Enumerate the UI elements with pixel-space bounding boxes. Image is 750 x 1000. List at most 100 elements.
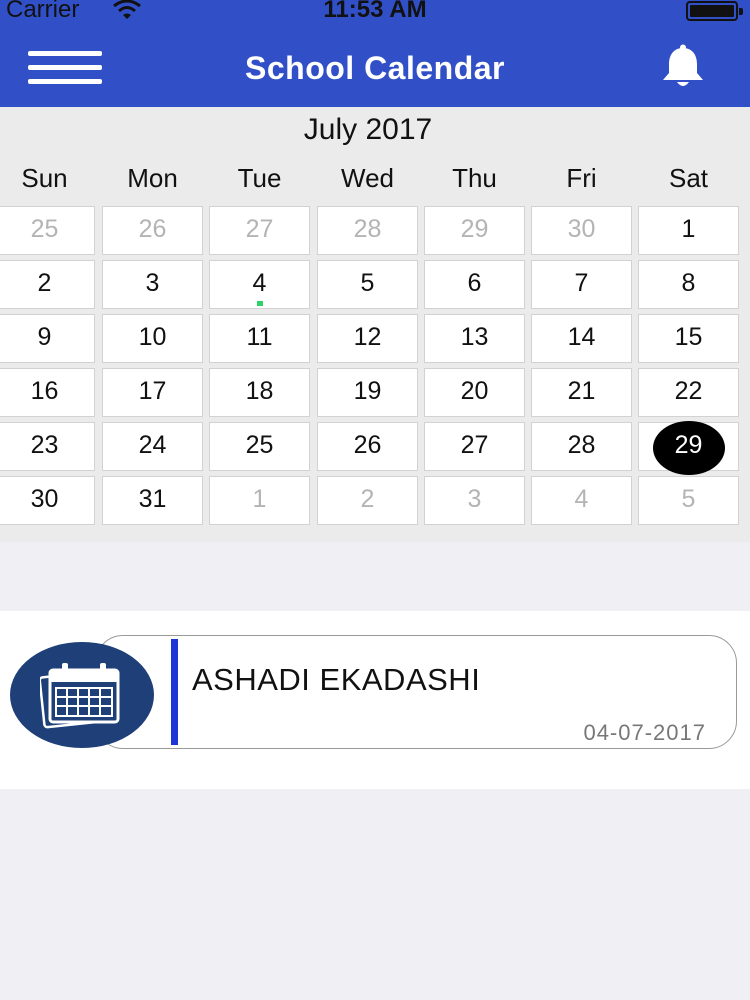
calendar-day-other-month[interactable]: 25 xyxy=(0,206,95,255)
day-number: 27 xyxy=(245,215,274,243)
event-title: ASHADI EKADASHI xyxy=(192,662,481,697)
day-number: 26 xyxy=(138,215,167,243)
day-number: 19 xyxy=(353,377,382,405)
day-number: 15 xyxy=(674,323,703,351)
day-number: 2 xyxy=(37,269,52,297)
calendar-day-other-month[interactable]: 27 xyxy=(209,206,310,255)
calendar-day[interactable]: 11 xyxy=(209,314,310,363)
day-number: 16 xyxy=(30,377,59,405)
day-number: 1 xyxy=(681,215,696,243)
day-number: 22 xyxy=(674,377,703,405)
day-number: 27 xyxy=(460,431,489,459)
calendar-day[interactable]: 5 xyxy=(317,260,418,309)
calendar-day[interactable]: 31 xyxy=(102,476,203,525)
calendar-day-selected[interactable]: 29 xyxy=(638,421,739,475)
calendar-day[interactable]: 30 xyxy=(0,476,95,525)
day-number: 25 xyxy=(245,431,274,459)
calendar-day[interactable]: 13 xyxy=(424,314,525,363)
day-number: 31 xyxy=(138,485,167,513)
event-card[interactable]: ASHADI EKADASHI 04-07-2017 xyxy=(95,635,737,749)
weekday-label: Sat xyxy=(668,163,709,193)
weekday-label: Mon xyxy=(127,163,178,193)
weekday-label: Thu xyxy=(452,163,497,193)
calendar-day[interactable]: 22 xyxy=(638,368,739,417)
calendar-day[interactable]: 3 xyxy=(102,260,203,309)
calendar-day[interactable]: 10 xyxy=(102,314,203,363)
day-number: 1 xyxy=(252,485,267,513)
clock: 11:53 AM xyxy=(323,0,427,23)
day-number: 12 xyxy=(353,323,382,351)
weekday-label: Sun xyxy=(21,163,68,193)
day-number: 13 xyxy=(460,323,489,351)
day-number: 30 xyxy=(567,215,596,243)
day-number: 4 xyxy=(574,485,589,513)
calendar-day[interactable]: 8 xyxy=(638,260,739,309)
weekday-header: Sun Mon Tue Wed Thu Fri Sat xyxy=(0,163,750,197)
calendar-day[interactable]: 24 xyxy=(102,422,203,471)
day-number: 28 xyxy=(567,431,596,459)
day-number: 29 xyxy=(460,215,489,243)
calendar-day-other-month[interactable]: 26 xyxy=(102,206,203,255)
month-label: July 2017 xyxy=(303,113,433,146)
calendar-day[interactable]: 26 xyxy=(317,422,418,471)
weekday-label: Wed xyxy=(341,163,394,193)
calendar-day[interactable]: 15 xyxy=(638,314,739,363)
calendar-day[interactable]: 7 xyxy=(531,260,632,309)
day-number: 21 xyxy=(567,377,596,405)
calendar-day[interactable]: 21 xyxy=(531,368,632,417)
day-number: 3 xyxy=(467,485,482,513)
calendar-day[interactable]: 9 xyxy=(0,314,95,363)
day-number: 17 xyxy=(138,377,167,405)
day-number: 7 xyxy=(574,269,589,297)
day-number: 6 xyxy=(467,269,482,297)
calendar-day-other-month[interactable]: 2 xyxy=(317,476,418,525)
day-number: 25 xyxy=(30,215,59,243)
calendar-day-other-month[interactable]: 3 xyxy=(424,476,525,525)
calendar-day-other-month[interactable]: 4 xyxy=(531,476,632,525)
calendar-day[interactable]: 18 xyxy=(209,368,310,417)
weekday-label: Tue xyxy=(237,163,282,193)
day-number: 30 xyxy=(30,485,59,513)
calendar-icon xyxy=(10,642,154,748)
day-number: 11 xyxy=(246,323,273,351)
calendar-day[interactable]: 20 xyxy=(424,368,525,417)
bell-icon[interactable] xyxy=(656,44,710,88)
day-number: 8 xyxy=(681,269,696,297)
calendar-day[interactable]: 16 xyxy=(0,368,95,417)
calendar-day-other-month[interactable]: 30 xyxy=(531,206,632,255)
calendar-day[interactable]: 14 xyxy=(531,314,632,363)
calendar-day[interactable]: 27 xyxy=(424,422,525,471)
day-number: 2 xyxy=(360,485,375,513)
day-number: 5 xyxy=(681,485,696,513)
day-number: 28 xyxy=(353,215,382,243)
calendar-day[interactable]: 19 xyxy=(317,368,418,417)
calendar-day[interactable]: 2 xyxy=(0,260,95,309)
day-number: 20 xyxy=(460,377,489,405)
day-number: 24 xyxy=(138,431,167,459)
app-header: Carrier 11:53 AM School Calendar xyxy=(0,0,750,107)
day-number: 18 xyxy=(245,377,274,405)
calendar-day[interactable]: 1 xyxy=(638,206,739,255)
day-number: 4 xyxy=(252,269,267,297)
calendar-day[interactable]: 4 xyxy=(209,260,310,309)
calendar-day[interactable]: 23 xyxy=(0,422,95,471)
calendar-day[interactable]: 17 xyxy=(102,368,203,417)
event-date: 04-07-2017 xyxy=(583,720,706,745)
event-indicator-dot xyxy=(257,301,263,306)
day-number: 14 xyxy=(567,323,596,351)
calendar-day[interactable]: 12 xyxy=(317,314,418,363)
weekday-label: Fri xyxy=(566,163,597,193)
calendar-day-other-month[interactable]: 29 xyxy=(424,206,525,255)
calendar-day-other-month[interactable]: 1 xyxy=(209,476,310,525)
calendar-day[interactable]: 6 xyxy=(424,260,525,309)
calendar-day-other-month[interactable]: 5 xyxy=(638,476,739,525)
day-number: 10 xyxy=(138,323,167,351)
day-number: 5 xyxy=(360,269,375,297)
calendar-day[interactable]: 28 xyxy=(531,422,632,471)
calendar-day[interactable]: 25 xyxy=(209,422,310,471)
day-number: 29 xyxy=(674,431,703,459)
event-list: ASHADI EKADASHI 04-07-2017 xyxy=(0,611,750,789)
calendar-day-other-month[interactable]: 28 xyxy=(317,206,418,255)
day-number: 26 xyxy=(353,431,382,459)
calendar: July 2017 Sun Mon Tue Wed Thu Fri Sat 25 26 27 28… xyxy=(0,107,750,542)
